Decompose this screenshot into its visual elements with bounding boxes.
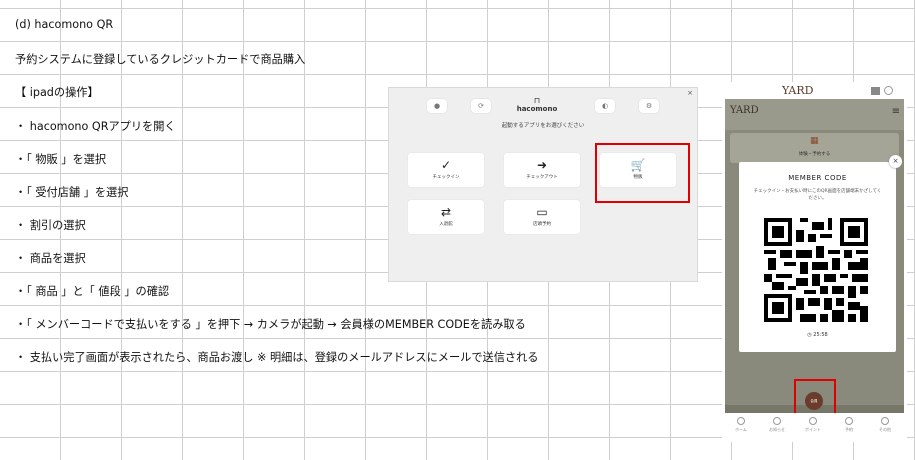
hacomono-logo: ⊓ hacomono <box>507 96 567 114</box>
doc-section-label: 【 ipadの操作】 <box>15 86 99 99</box>
app-header: YARD ≡ <box>725 99 904 130</box>
tab-home[interactable]: ホーム <box>726 417 756 433</box>
modal-description: チェックイン・お支払い時にこのQR画面を店舗端末かざしてください。 <box>753 189 882 201</box>
bell-icon <box>773 417 781 425</box>
doc-step: ・ 割引の選択 <box>15 219 86 232</box>
clock-icon: ◷ <box>807 332 812 338</box>
checkin-tile[interactable]: ✓ チェックイン <box>408 153 484 187</box>
member-code-modal: × MEMBER CODE チェックイン・お支払い時にこのQR画面を店舗端末かざ… <box>739 155 902 352</box>
app-select-subtitle: 起動するアプリをお選びください <box>501 123 585 129</box>
doc-step: ・ 支払い完了画面が表示されたら、商品お渡し ※ 明細は、登録のメールアドレスに… <box>15 351 539 364</box>
doc-step: ・「 メンバーコードで支払いをする 」を押下 → カメラが起動 → 会員様のME… <box>15 318 526 331</box>
member-qr-code <box>764 218 868 322</box>
more-icon <box>881 417 889 425</box>
menu-icon[interactable]: ≡ <box>892 106 900 117</box>
doc-step: ・「 受付店舗 」を選択 <box>15 186 129 199</box>
store-reservation-tile[interactable]: ▭ 店頭予約 <box>504 200 580 234</box>
account-icon[interactable] <box>884 86 893 95</box>
monitor-icon: ▭ <box>536 205 548 219</box>
tab-news[interactable]: お知らせ <box>762 417 792 433</box>
doc-step: ・ hacomono QRアプリを開く <box>15 120 176 133</box>
yard-logo: YARD <box>730 105 759 116</box>
merchandise-highlight <box>595 143 690 203</box>
tab-other[interactable]: その他 <box>870 417 900 433</box>
tab-points[interactable]: ポイント <box>798 417 828 433</box>
points-icon <box>809 417 817 425</box>
phone-screenshot: YARD YARD ≡ ▦ 体験・予約する × MEMBER CODE チェック… <box>722 82 907 442</box>
phone-topbar: YARD <box>722 82 907 99</box>
home-icon <box>737 417 745 425</box>
doc-heading: (d) hacomono QR <box>15 18 114 31</box>
app-overlay: YARD ≡ ▦ 体験・予約する × MEMBER CODE チェックイン・お支… <box>725 99 904 421</box>
exit-arrow-icon: ➜ <box>536 158 548 172</box>
refresh-icon[interactable]: ⟳ <box>471 99 491 113</box>
settings-icon[interactable]: ⚙ <box>639 99 659 113</box>
calendar-icon: ▦ <box>810 136 819 146</box>
close-icon[interactable]: × <box>687 89 693 97</box>
ipad-screenshot: × ● ⟳ ⊓ hacomono ◐ ⚙ 起動するアプリをお選びください ✓ チ… <box>388 87 698 282</box>
modal-title: MEMBER CODE <box>788 174 847 182</box>
doc-step: ・「 物販 」を選択 <box>15 153 107 166</box>
doc-subheading: 予約システムに登録しているクレジットカードで商品購入 <box>15 53 306 66</box>
yard-logo: YARD <box>782 84 814 97</box>
swap-arrows-icon: ⇄ <box>440 205 452 219</box>
doc-step: ・「 商品 」と「 値段 」の確認 <box>15 285 170 298</box>
doc-step: ・ 商品を選択 <box>15 252 86 265</box>
entry-exit-tile[interactable]: ⇄ 入退館 <box>408 200 484 234</box>
info-icon[interactable]: ● <box>427 99 447 113</box>
close-icon[interactable]: × <box>889 155 902 168</box>
qr-icon[interactable] <box>871 87 880 95</box>
tab-reservation[interactable]: 予約 <box>834 417 864 433</box>
calendar-icon <box>845 417 853 425</box>
check-icon: ✓ <box>440 158 452 172</box>
reservation-card[interactable]: ▦ 体験・予約する <box>730 133 899 163</box>
theme-icon[interactable]: ◐ <box>595 99 615 113</box>
tab-bar: ホーム お知らせ ポイント 予約 その他 <box>722 413 907 442</box>
hacomono-mark-icon: ⊓ <box>533 96 541 105</box>
code-timer: ◷ 25:58 <box>807 332 828 338</box>
checkout-tile[interactable]: ➜ チェックアウト <box>504 153 580 187</box>
